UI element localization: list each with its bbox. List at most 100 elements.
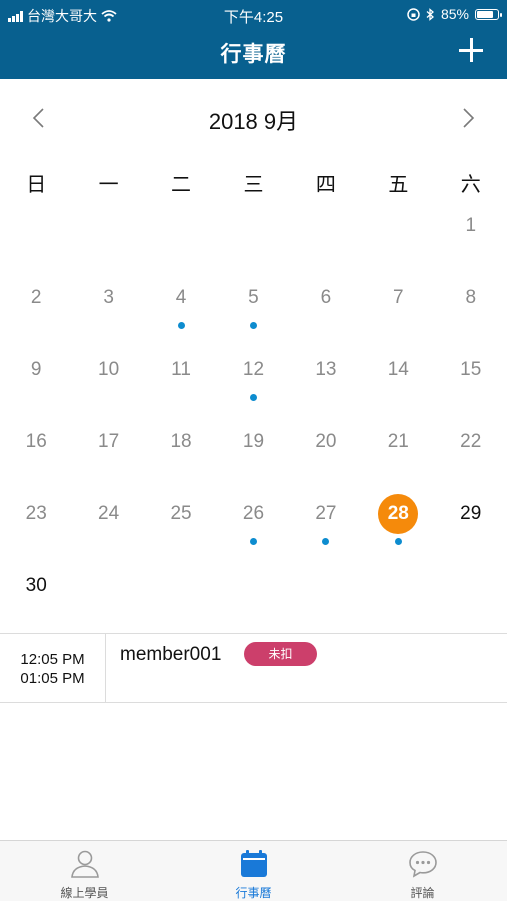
day-number: 9 xyxy=(30,359,42,380)
event-list: 12:05 PM 01:05 PM member001 未扣 xyxy=(0,633,507,703)
day-cell-26[interactable]: 26 xyxy=(217,486,289,558)
day-cell-28[interactable]: 28 xyxy=(362,486,434,558)
day-number: 29 xyxy=(460,503,482,524)
status-badge: 未扣 xyxy=(244,642,317,666)
event-dot-indicator xyxy=(249,538,257,545)
day-cell-5[interactable]: 5 xyxy=(217,270,289,342)
day-number: 20 xyxy=(315,431,337,452)
calendar-week-row: 2 3 4 5 6 7 8 xyxy=(0,270,507,342)
calendar-week-row: 1 xyxy=(0,198,507,270)
event-name: member001 xyxy=(120,644,222,665)
day-cell-17[interactable]: 17 xyxy=(72,414,144,486)
day-cell-22[interactable]: 22 xyxy=(435,414,507,486)
day-number: 7 xyxy=(393,287,404,308)
battery-icon xyxy=(475,8,502,20)
day-number: 21 xyxy=(387,431,409,452)
day-cell-11[interactable]: 11 xyxy=(145,342,217,414)
chat-bubble-icon xyxy=(408,851,437,878)
page-title: 行事曆 xyxy=(220,43,287,66)
day-number: 18 xyxy=(170,431,192,452)
day-number: 17 xyxy=(98,431,120,452)
day-number: 27 xyxy=(315,503,337,524)
calendar-grid: 1 2 3 4 5 6 7 8 9 10 11 12 13 14 15 16 17 18 19 20 21 22 23 24 2… xyxy=(0,198,507,630)
battery-percent: 85% xyxy=(440,6,469,22)
day-cell-13[interactable]: 13 xyxy=(290,342,362,414)
empty-day-cell xyxy=(362,558,434,630)
day-number: 3 xyxy=(103,287,114,308)
day-cell-29[interactable]: 29 xyxy=(435,486,507,558)
day-cell-6[interactable]: 6 xyxy=(290,270,362,342)
weekday-label: 五 xyxy=(388,174,409,196)
day-number: 24 xyxy=(98,503,120,524)
empty-day-cell xyxy=(435,558,507,630)
bluetooth-icon xyxy=(426,7,434,21)
day-cell-9[interactable]: 9 xyxy=(0,342,72,414)
event-end-time: 01:05 PM xyxy=(20,670,85,687)
empty-day-cell xyxy=(290,198,362,270)
month-title: 2018 9月 xyxy=(208,109,299,134)
event-dot-indicator xyxy=(177,322,185,329)
day-cell-25[interactable]: 25 xyxy=(145,486,217,558)
event-dot-indicator xyxy=(249,394,257,401)
day-cell-7[interactable]: 7 xyxy=(362,270,434,342)
day-number: 13 xyxy=(315,359,337,380)
weekday-label: 三 xyxy=(243,174,264,196)
day-cell-16[interactable]: 16 xyxy=(0,414,72,486)
month-navigator: 2018 9月 xyxy=(0,100,507,136)
tab-reviews[interactable]: 評論 xyxy=(338,841,507,901)
day-cell-18[interactable]: 18 xyxy=(145,414,217,486)
day-cell-19[interactable]: 19 xyxy=(217,414,289,486)
day-number: 11 xyxy=(171,359,191,380)
day-number: 26 xyxy=(242,503,265,524)
event-dot-indicator xyxy=(322,538,330,545)
day-cell-15[interactable]: 15 xyxy=(435,342,507,414)
weekday-label: 日 xyxy=(26,174,47,196)
empty-day-cell xyxy=(72,558,144,630)
add-event-button[interactable] xyxy=(459,38,483,62)
day-number: 6 xyxy=(320,287,332,308)
day-number: 25 xyxy=(170,503,192,524)
empty-day-cell xyxy=(145,558,217,630)
day-number: 5 xyxy=(248,287,259,308)
day-cell-27[interactable]: 27 xyxy=(290,486,362,558)
day-cell-30[interactable]: 30 xyxy=(0,558,72,630)
day-cell-4[interactable]: 4 xyxy=(145,270,217,342)
day-number: 16 xyxy=(25,431,47,452)
day-cell-8[interactable]: 8 xyxy=(435,270,507,342)
tab-calendar[interactable]: 行事曆 xyxy=(169,841,338,901)
day-cell-14[interactable]: 14 xyxy=(362,342,434,414)
day-cell-24[interactable]: 24 xyxy=(72,486,144,558)
tab-bar: 線上學員 行事曆 評論 xyxy=(0,840,507,901)
day-number: 8 xyxy=(465,287,477,308)
calendar-icon xyxy=(240,850,267,877)
empty-day-cell xyxy=(217,198,289,270)
calendar-week-row: 9 10 11 12 13 14 15 xyxy=(0,342,507,414)
day-cell-12[interactable]: 12 xyxy=(217,342,289,414)
day-cell-21[interactable]: 21 xyxy=(362,414,434,486)
day-cell-3[interactable]: 3 xyxy=(72,270,144,342)
day-number: 30 xyxy=(25,575,47,596)
day-cell-2[interactable]: 2 xyxy=(0,270,72,342)
chevron-right-icon[interactable] xyxy=(461,108,475,128)
day-cell-1[interactable]: 1 xyxy=(435,198,507,270)
day-cell-23[interactable]: 23 xyxy=(0,486,72,558)
day-number: 23 xyxy=(25,503,47,524)
empty-day-cell xyxy=(290,558,362,630)
day-cell-20[interactable]: 20 xyxy=(290,414,362,486)
empty-day-cell xyxy=(0,198,72,270)
weekday-label: 二 xyxy=(171,174,192,196)
person-icon xyxy=(70,850,99,878)
event-dot-indicator xyxy=(394,538,402,545)
empty-day-cell xyxy=(362,198,434,270)
day-number: 22 xyxy=(460,431,482,452)
weekday-label: 六 xyxy=(460,174,481,196)
empty-day-cell xyxy=(145,198,217,270)
event-time: 12:05 PM 01:05 PM xyxy=(0,634,106,702)
weekday-label: 一 xyxy=(98,174,119,196)
calendar-week-row: 23 24 25 26 27 28 29 xyxy=(0,486,507,558)
tab-online-students[interactable]: 線上學員 xyxy=(0,841,169,901)
day-number: 15 xyxy=(460,359,482,380)
header-bar: 台灣大哥大 下午4:25 85% 行事曆 xyxy=(0,0,507,79)
event-start-time: 12:05 PM xyxy=(20,651,85,668)
day-cell-10[interactable]: 10 xyxy=(72,342,144,414)
